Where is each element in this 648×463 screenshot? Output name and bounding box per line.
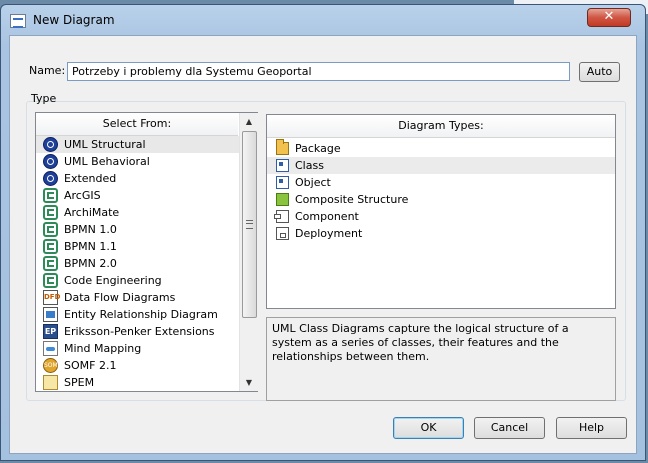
ok-button[interactable]: OK <box>393 417 464 439</box>
uml-icon <box>43 154 58 169</box>
select-from-header: Select From: <box>36 113 238 136</box>
technology-icon <box>43 256 58 271</box>
dfd-icon: DFD <box>43 290 60 305</box>
diagram-type-item[interactable]: Deployment <box>267 225 615 242</box>
list-item[interactable]: Code Engineering <box>36 272 239 289</box>
composite-structure-icon <box>276 193 289 206</box>
technology-icon <box>43 188 58 203</box>
grip-icon <box>246 220 253 229</box>
deployment-icon <box>276 227 289 240</box>
technology-icon <box>43 273 58 288</box>
list-item[interactable]: BPMN 1.1 <box>36 238 239 255</box>
help-button[interactable]: Help <box>556 417 627 439</box>
list-item[interactable]: ArcGIS <box>36 187 239 204</box>
list-item[interactable]: Extended <box>36 170 239 187</box>
diagram-types-header: Diagram Types: <box>267 115 615 138</box>
list-item[interactable]: BPMN 2.0 <box>36 255 239 272</box>
diagram-types-list[interactable]: Diagram Types: Package Class Object Comp… <box>266 114 616 309</box>
cancel-button[interactable]: Cancel <box>474 417 545 439</box>
package-icon <box>276 139 289 155</box>
list-item[interactable]: EP Eriksson-Penker Extensions <box>36 323 239 340</box>
spem-icon <box>43 375 58 390</box>
object-icon <box>276 176 289 189</box>
uml-icon <box>43 171 58 186</box>
diagram-description: UML Class Diagrams capture the logical s… <box>266 317 616 401</box>
list-item[interactable]: ArchiMate <box>36 204 239 221</box>
select-from-items: UML Structural UML Behavioral Extended A… <box>36 136 239 391</box>
title-bar[interactable]: New Diagram ✕ <box>1 5 645 35</box>
uml-icon <box>43 137 58 152</box>
scroll-down-arrow[interactable]: ▼ <box>240 374 258 391</box>
list-item[interactable]: SPEM <box>36 374 239 391</box>
eriksson-penker-icon: EP <box>43 324 58 339</box>
close-button[interactable]: ✕ <box>587 8 631 27</box>
name-input[interactable]: Potrzeby i problemy dla Systemu Geoporta… <box>67 62 570 81</box>
new-diagram-dialog: New Diagram ✕ Name: Potrzeby i problemy … <box>0 4 646 461</box>
dialog-body: Name: Potrzeby i problemy dla Systemu Ge… <box>9 35 637 454</box>
diagram-type-item[interactable]: Package <box>267 139 615 157</box>
diagram-type-item[interactable]: Component <box>267 208 615 225</box>
list-item[interactable]: Entity Relationship Diagram <box>36 306 239 323</box>
list-item[interactable]: BPMN 1.0 <box>36 221 239 238</box>
list-item[interactable]: SOMF SOMF 2.1 <box>36 357 239 374</box>
type-group-label: Type <box>31 92 57 105</box>
scroll-up-arrow[interactable]: ▲ <box>240 113 258 130</box>
diagram-type-item[interactable]: Class <box>267 157 615 174</box>
name-label: Name: <box>29 64 66 77</box>
class-icon <box>276 159 289 172</box>
component-icon <box>274 210 289 223</box>
erd-icon <box>43 307 58 322</box>
window-icon <box>10 14 26 28</box>
diagram-type-item[interactable]: Object <box>267 174 615 191</box>
scroll-thumb[interactable] <box>242 131 257 318</box>
diagram-types-items: Package Class Object Composite Structure… <box>267 139 615 242</box>
mind-mapping-icon <box>43 341 58 356</box>
diagram-type-item[interactable]: Composite Structure <box>267 191 615 208</box>
list-item[interactable]: UML Structural <box>36 136 239 153</box>
list-scrollbar[interactable]: ▲ ▼ <box>239 113 258 391</box>
window-title: New Diagram <box>33 13 115 27</box>
list-item[interactable]: DFD Data Flow Diagrams <box>36 289 239 306</box>
technology-icon <box>43 205 58 220</box>
technology-icon <box>43 239 58 254</box>
select-from-list[interactable]: Select From: UML Structural UML Behavior… <box>35 112 258 392</box>
technology-icon <box>43 222 58 237</box>
list-item[interactable]: Mind Mapping <box>36 340 239 357</box>
list-item[interactable]: UML Behavioral <box>36 153 239 170</box>
somf-icon: SOMF <box>43 358 61 373</box>
auto-button[interactable]: Auto <box>579 62 620 82</box>
